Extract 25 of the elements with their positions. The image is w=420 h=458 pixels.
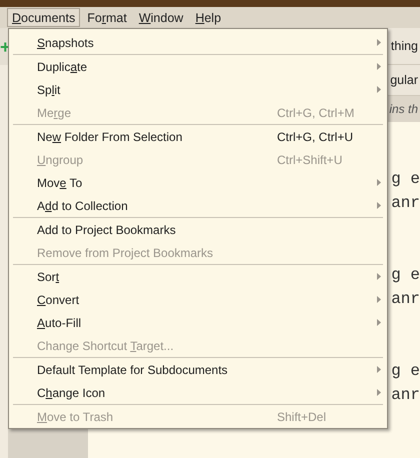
menu-bar-item[interactable]: Format xyxy=(82,8,132,27)
hint-text: ins th xyxy=(389,102,419,116)
format-text: gular xyxy=(390,73,419,87)
menu-item[interactable]: Move To xyxy=(9,171,387,194)
editor-text: g e xyxy=(391,170,420,190)
editor-text: g e xyxy=(391,266,420,286)
menu-item[interactable]: Sort xyxy=(9,265,387,288)
editor-text: g e xyxy=(391,362,420,382)
menu-item[interactable]: New Folder From Selection Ctrl+G, Ctrl+U xyxy=(9,125,387,148)
menu-item[interactable]: Add to Collection xyxy=(9,194,387,217)
menu-item[interactable]: Convert xyxy=(9,288,387,311)
menu-bar-item[interactable]: Window xyxy=(134,8,188,27)
menu-item[interactable]: Snapshots xyxy=(9,31,387,54)
menu-item[interactable]: Duplicate xyxy=(9,55,387,78)
menu-bar-item[interactable]: Documents xyxy=(7,8,80,27)
editor-text: anr xyxy=(391,194,420,214)
menu-bar-item[interactable]: Help xyxy=(190,8,226,27)
menu-item[interactable]: Split xyxy=(9,78,387,101)
editor-text: anr xyxy=(391,386,420,406)
editor-text: anr xyxy=(391,290,420,310)
menu-item[interactable]: Auto-Fill xyxy=(9,311,387,334)
menu-item[interactable]: Change Icon xyxy=(9,381,387,404)
header-text: thing xyxy=(390,39,419,53)
menu-item[interactable]: Add to Project Bookmarks xyxy=(9,218,387,241)
menu-item[interactable]: Default Template for Subdocuments xyxy=(9,358,387,381)
